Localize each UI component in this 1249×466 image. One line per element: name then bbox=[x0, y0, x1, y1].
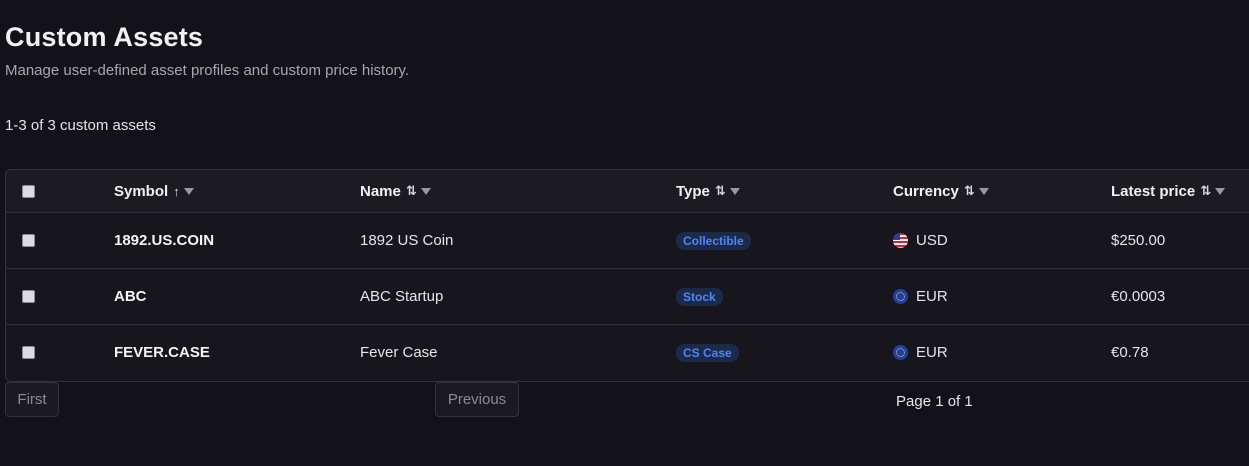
sort-icon[interactable]: ⇅ bbox=[715, 183, 726, 199]
asset-latest-price: $250.00 bbox=[1111, 232, 1166, 249]
results-count: 1-3 of 3 custom assets bbox=[5, 117, 156, 134]
table-row[interactable]: 1892.US.COIN 1892 US Coin Collectible US… bbox=[6, 213, 1249, 269]
sort-icon[interactable]: ⇅ bbox=[406, 183, 417, 199]
table-row[interactable]: FEVER.CASE Fever Case CS Case EUR €0.78 bbox=[6, 325, 1249, 380]
page-indicator: Page 1 of 1 bbox=[896, 393, 973, 410]
row-checkbox[interactable] bbox=[22, 234, 35, 247]
asset-name: Fever Case bbox=[360, 344, 438, 361]
select-all-checkbox[interactable] bbox=[22, 184, 35, 198]
custom-assets-page: Custom Assets Manage user-defined asset … bbox=[0, 0, 1249, 466]
page-subtitle: Manage user-defined asset profiles and c… bbox=[5, 62, 410, 79]
assets-table: Symbol ↑ Name ⇅ Type ⇅ Currency ⇅ Latest… bbox=[5, 169, 1249, 382]
column-menu-icon[interactable] bbox=[978, 187, 989, 195]
eu-flag-icon bbox=[893, 289, 908, 304]
asset-currency-cell: EUR bbox=[893, 325, 948, 380]
column-label: Symbol bbox=[114, 182, 169, 200]
asset-type-badge: Stock bbox=[676, 287, 723, 306]
column-header-latest-price[interactable]: Latest price ⇅ bbox=[1111, 170, 1226, 212]
asset-currency: EUR bbox=[916, 344, 948, 361]
asset-type-badge: CS Case bbox=[676, 343, 739, 362]
asset-type-badge: Collectible bbox=[676, 231, 751, 250]
sort-ascending-icon[interactable]: ↑ bbox=[173, 184, 180, 199]
asset-latest-price: €0.0003 bbox=[1111, 288, 1166, 305]
asset-name: ABC Startup bbox=[360, 288, 444, 305]
row-checkbox[interactable] bbox=[22, 346, 35, 359]
asset-name: 1892 US Coin bbox=[360, 232, 454, 249]
asset-type-cell: Collectible bbox=[676, 213, 751, 268]
column-label: Name bbox=[360, 182, 401, 200]
asset-currency: EUR bbox=[916, 288, 948, 305]
asset-currency-cell: USD bbox=[893, 213, 948, 268]
sort-icon[interactable]: ⇅ bbox=[1200, 183, 1211, 199]
asset-type-cell: CS Case bbox=[676, 325, 739, 380]
asset-symbol: 1892.US.COIN bbox=[114, 232, 215, 249]
sort-icon[interactable]: ⇅ bbox=[964, 183, 975, 199]
column-menu-icon[interactable] bbox=[729, 187, 740, 195]
column-header-type[interactable]: Type ⇅ bbox=[676, 170, 740, 212]
column-label: Latest price bbox=[1111, 182, 1196, 200]
asset-latest-price: €0.78 bbox=[1111, 344, 1149, 361]
column-label: Type bbox=[676, 182, 710, 200]
column-header-symbol[interactable]: Symbol ↑ bbox=[114, 170, 194, 212]
page-title: Custom Assets bbox=[5, 22, 204, 52]
eu-flag-icon bbox=[893, 345, 908, 360]
column-menu-icon[interactable] bbox=[183, 187, 194, 195]
column-menu-icon[interactable] bbox=[1215, 187, 1226, 195]
first-page-button[interactable]: First bbox=[5, 382, 59, 417]
column-header-name[interactable]: Name ⇅ bbox=[360, 170, 431, 212]
us-flag-icon bbox=[893, 233, 908, 248]
asset-currency-cell: EUR bbox=[893, 269, 948, 324]
table-header-row: Symbol ↑ Name ⇅ Type ⇅ Currency ⇅ Latest… bbox=[6, 170, 1249, 213]
asset-symbol: ABC bbox=[114, 288, 147, 305]
asset-type-cell: Stock bbox=[676, 269, 723, 324]
column-menu-icon[interactable] bbox=[420, 187, 431, 195]
previous-page-button[interactable]: Previous bbox=[435, 382, 519, 417]
row-select-cell bbox=[22, 269, 35, 324]
row-select-cell bbox=[22, 213, 35, 268]
column-header-currency[interactable]: Currency ⇅ bbox=[893, 170, 989, 212]
table-row[interactable]: ABC ABC Startup Stock EUR €0.0003 bbox=[6, 269, 1249, 325]
asset-currency: USD bbox=[916, 232, 948, 249]
column-label: Currency bbox=[893, 182, 959, 200]
select-all-cell bbox=[22, 170, 35, 212]
row-select-cell bbox=[22, 325, 35, 380]
row-checkbox[interactable] bbox=[22, 290, 35, 303]
asset-symbol: FEVER.CASE bbox=[114, 344, 210, 361]
